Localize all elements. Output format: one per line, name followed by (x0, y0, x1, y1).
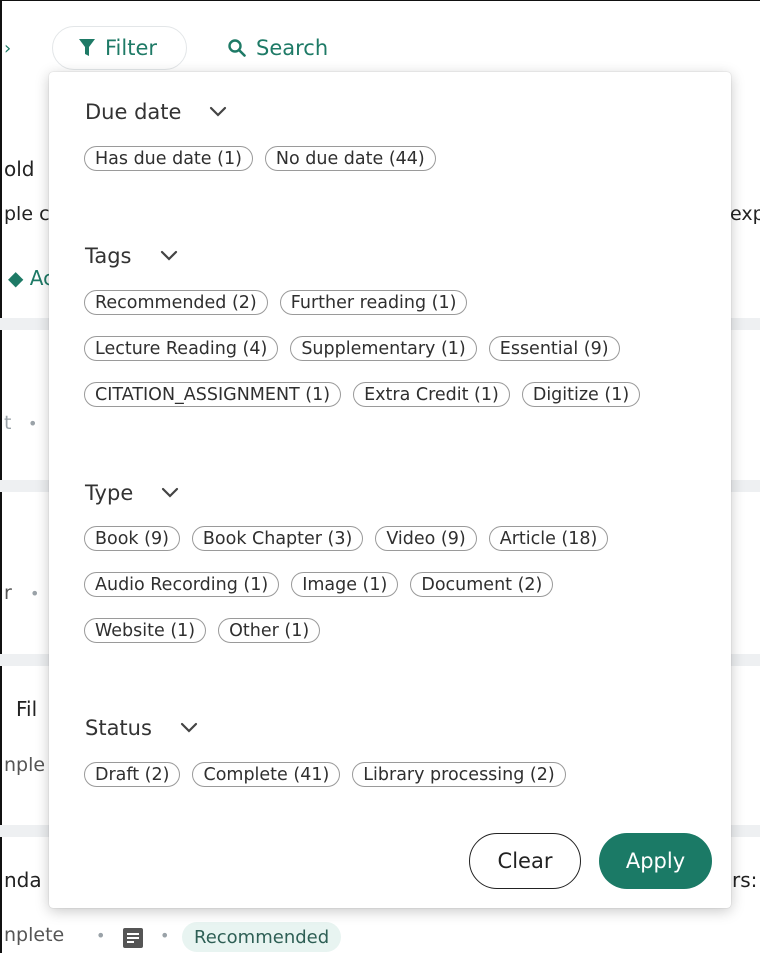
window-border-left (0, 0, 2, 953)
document-icon (123, 928, 143, 948)
chip-row: Website (1) Other (1) (84, 618, 321, 643)
chevron-down-icon[interactable] (209, 106, 227, 118)
apply-button[interactable]: Apply (599, 833, 712, 889)
filter-chip[interactable]: Digitize (1) (521, 382, 641, 407)
chip-row: Draft (2) Complete (41) Library processi… (84, 762, 566, 787)
bg-meta: r (4, 582, 12, 604)
chip-row: Audio Recording (1) Image (1) Document (… (84, 572, 554, 597)
filter-chip[interactable]: Extra Credit (1) (353, 382, 510, 407)
bg-description: ple c (4, 203, 50, 225)
bg-item-title: Fil (16, 697, 38, 721)
section-header-due-date[interactable]: Due date (85, 100, 227, 124)
bg-item-meta: nple (4, 754, 46, 776)
bg-separator-dot: • (30, 584, 40, 603)
filter-chip[interactable]: No due date (44) (264, 146, 436, 171)
filter-chip[interactable]: Library processing (2) (352, 762, 566, 787)
filter-chip[interactable]: Essential (9) (488, 336, 620, 361)
bg-status-text: nplete (4, 924, 65, 946)
section-title: Status (85, 716, 152, 740)
scroll-left-icon[interactable]: › (4, 38, 11, 59)
filter-chip[interactable]: Other (1) (218, 618, 321, 643)
filter-button[interactable]: Filter (52, 26, 187, 70)
filter-chip[interactable]: Article (18) (488, 526, 609, 551)
filter-chip[interactable]: Video (9) (375, 526, 477, 551)
chevron-down-icon[interactable] (161, 487, 179, 499)
chevron-down-icon[interactable] (180, 722, 198, 734)
bg-item-title: nda (4, 868, 42, 892)
bg-folder-title: old (4, 157, 35, 181)
filter-chip[interactable]: Supplementary (1) (290, 336, 477, 361)
bg-item-title-end: rs: (732, 868, 758, 892)
filter-chip[interactable]: Further reading (1) (279, 290, 468, 315)
bg-add-icon: ◆ (8, 266, 24, 290)
bg-meta: t (4, 412, 12, 434)
filter-chip[interactable]: Audio Recording (1) (84, 572, 280, 597)
chip-row: Book (9) Book Chapter (3) Video (9) Arti… (84, 526, 609, 551)
section-title: Tags (85, 244, 132, 268)
filter-chip[interactable]: Has due date (1) (84, 146, 253, 171)
chip-row: CITATION_ASSIGNMENT (1) Extra Credit (1)… (84, 382, 641, 407)
filter-chip[interactable]: Recommended (2) (84, 290, 268, 315)
section-title: Due date (85, 100, 182, 124)
search-icon (228, 39, 246, 57)
filter-icon (79, 39, 95, 56)
filter-chip[interactable]: Image (1) (291, 572, 399, 597)
filter-panel: Due date Has due date (1) No due date (4… (49, 72, 731, 908)
chip-row: Recommended (2) Further reading (1) (84, 290, 468, 315)
filter-chip[interactable]: Document (2) (410, 572, 554, 597)
section-header-status[interactable]: Status (85, 716, 198, 740)
bg-separator-dot: • (160, 926, 170, 945)
filter-chip[interactable]: Draft (2) (84, 762, 181, 787)
window-border-top (0, 0, 760, 1)
search-button[interactable]: Search (228, 26, 368, 70)
bg-description-end: exp (730, 203, 760, 225)
filter-chip[interactable]: Website (1) (84, 618, 207, 643)
filter-chip[interactable]: Lecture Reading (4) (84, 336, 279, 361)
filter-chip[interactable]: Complete (41) (192, 762, 341, 787)
bg-recommended-tag: Recommended (182, 922, 342, 952)
section-title: Type (85, 481, 134, 505)
search-button-label: Search (256, 36, 329, 60)
filter-chip[interactable]: Book Chapter (3) (191, 526, 364, 551)
chip-row: Lecture Reading (4) Supplementary (1) Es… (84, 336, 620, 361)
filter-button-label: Filter (105, 36, 158, 60)
filter-chip[interactable]: Book (9) (84, 526, 180, 551)
bg-add-link[interactable]: ◆ Ac (8, 266, 54, 290)
bg-tag-label: Recommended (194, 926, 330, 948)
bg-separator-dot: • (28, 414, 38, 433)
chip-row: Has due date (1) No due date (44) (84, 146, 436, 171)
section-header-type[interactable]: Type (85, 481, 179, 505)
clear-button[interactable]: Clear (469, 833, 581, 889)
bg-separator-dot: • (96, 926, 106, 945)
filter-chip[interactable]: CITATION_ASSIGNMENT (1) (84, 382, 342, 407)
section-header-tags[interactable]: Tags (85, 244, 178, 268)
chevron-down-icon[interactable] (160, 250, 178, 262)
